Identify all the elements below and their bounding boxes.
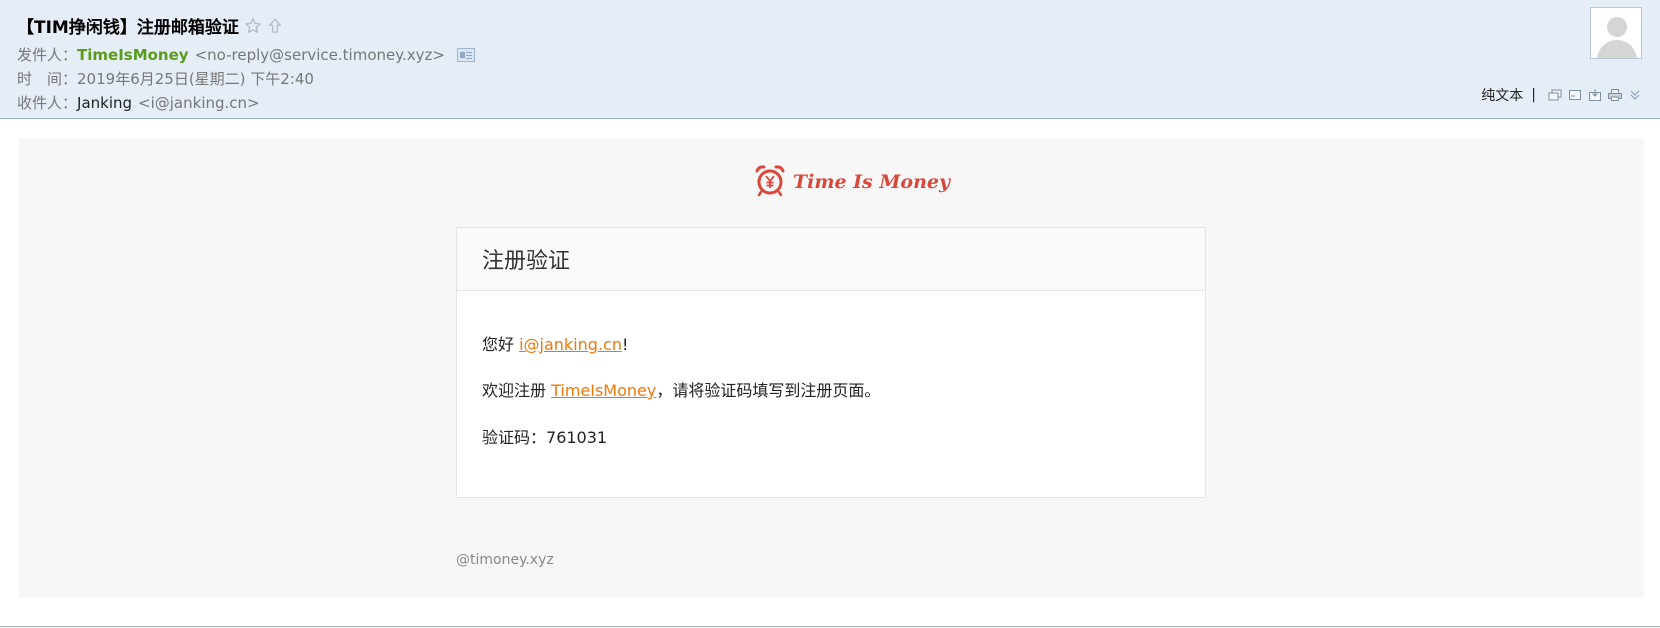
logo-text: Time Is Money: [793, 171, 951, 193]
email-header: 【TIM挣闲钱】注册邮箱验证 发件人： TimeIsMoney <no-repl…: [0, 0, 1660, 119]
brand-logo: Time Is Money: [753, 163, 950, 201]
recipient-address: <i@janking.cn>: [138, 93, 260, 112]
site-link[interactable]: TimeIsMoney: [551, 381, 656, 400]
greeting-prefix: 您好: [482, 335, 520, 354]
from-row: 发件人： TimeIsMoney <no-reply@service.timon…: [17, 44, 475, 65]
time-row: 时 间： 2019年6月25日(星期二) 下午2:40: [17, 68, 314, 89]
recipient-name[interactable]: Janking: [77, 94, 132, 112]
welcome-prefix: 欢迎注册: [482, 381, 552, 400]
mail-toolbar: 纯文本 |: [1481, 85, 1642, 105]
contact-card-icon[interactable]: [456, 47, 475, 62]
subject-text: 【TIM挣闲钱】注册邮箱验证: [17, 18, 239, 38]
to-label: 收件人：: [17, 94, 78, 112]
code-label: 验证码：: [482, 428, 547, 447]
sender-name[interactable]: TimeIsMoney: [77, 46, 189, 64]
alarm-clock-icon: [753, 163, 787, 201]
time-value: 2019年6月25日(星期二) 下午2:40: [77, 70, 314, 88]
chevron-down-icon[interactable]: [1628, 89, 1642, 101]
bottom-divider: [0, 626, 1660, 627]
toolbar-separator: |: [1531, 87, 1536, 103]
verification-code: 761031: [546, 428, 608, 447]
welcome-line: 欢迎注册 TimeIsMoney，请将验证码填写到注册页面。: [482, 377, 880, 401]
footer-domain: @timoney.xyz: [456, 552, 554, 568]
star-icon[interactable]: [243, 16, 263, 36]
print-icon[interactable]: [1608, 89, 1622, 101]
card-title: 注册验证: [457, 228, 1205, 291]
greeting-line: 您好 i@janking.cn!: [482, 331, 628, 355]
time-label: 时 间：: [17, 70, 78, 88]
welcome-suffix: ，请将验证码填写到注册页面。: [656, 381, 881, 400]
copy-icon[interactable]: [1568, 89, 1582, 101]
avatar[interactable]: [1590, 7, 1642, 59]
from-label: 发件人：: [17, 46, 78, 64]
to-row: 收件人： Janking <i@janking.cn>: [17, 92, 260, 113]
arrow-up-icon[interactable]: [265, 16, 285, 36]
new-window-icon[interactable]: [1548, 89, 1562, 101]
recipient-email-link[interactable]: i@janking.cn: [519, 335, 622, 354]
verification-card: 注册验证 您好 i@janking.cn! 欢迎注册 TimeIsMoney，请…: [456, 227, 1206, 498]
code-line: 验证码：761031: [482, 424, 607, 448]
save-icon[interactable]: [1588, 89, 1602, 101]
email-subject: 【TIM挣闲钱】注册邮箱验证: [17, 13, 285, 38]
greeting-suffix: !: [621, 335, 629, 354]
sender-address: <no-reply@service.timoney.xyz>: [194, 45, 445, 64]
plain-text-button[interactable]: 纯文本: [1481, 85, 1523, 105]
